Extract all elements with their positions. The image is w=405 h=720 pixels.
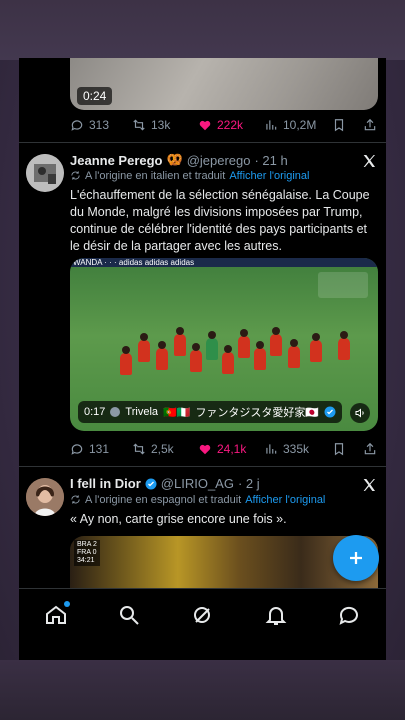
translate-icon — [71, 495, 80, 504]
nav-notifications[interactable] — [264, 603, 288, 627]
share-button[interactable] — [363, 118, 377, 132]
feed-window: 0:24 313 13k 222k 10,2M Jeanne Perego 🥨 … — [19, 58, 386, 660]
verified-badge-icon — [145, 478, 157, 489]
author-name[interactable]: I fell in Dior — [70, 476, 141, 491]
player — [222, 345, 234, 374]
author-row: I fell in Dior @LIRIO_AG · 2 j — [70, 476, 260, 491]
like-button[interactable]: 24,1k — [198, 442, 246, 456]
retweet-button[interactable]: 2,5k — [132, 442, 174, 456]
show-original-link[interactable]: Afficher l'original — [245, 494, 325, 506]
player — [206, 331, 218, 360]
background-blur-top — [0, 0, 405, 60]
views-button[interactable]: 335k — [264, 442, 309, 456]
nav-home[interactable] — [44, 601, 70, 627]
x-logo-icon[interactable] — [361, 153, 377, 169]
player — [138, 333, 150, 362]
search-icon — [120, 606, 139, 625]
speaker-icon — [355, 408, 364, 418]
author-name[interactable]: Jeanne Perego — [70, 153, 163, 168]
reply-button[interactable]: 313 — [70, 118, 109, 132]
views-button[interactable]: 10,2M — [264, 118, 316, 132]
player — [238, 329, 250, 358]
tweet-i-fell-in-dior[interactable]: I fell in Dior @LIRIO_AG · 2 j A l'origi… — [19, 466, 386, 606]
avatar[interactable] — [26, 478, 64, 516]
nav-messages[interactable] — [337, 603, 361, 627]
translation-note: A l'origine en espagnol et traduit Affic… — [70, 494, 325, 506]
player — [156, 341, 168, 370]
bookmark-button[interactable] — [332, 118, 346, 132]
bookmark-icon — [334, 443, 344, 456]
tweet-text: « Ay non, carte grise encore une fois ». — [70, 512, 287, 526]
channel-flags: 🇵🇹🇮🇹 — [163, 406, 191, 419]
translate-icon — [71, 171, 80, 180]
bookmark-button[interactable] — [332, 442, 346, 456]
author-handle[interactable]: @jeperego — [187, 153, 251, 168]
tweet-video[interactable]: WANDA · · · adidas adidas adidas 0:17 Tr… — [70, 258, 378, 431]
channel-caption: ファンタジスタ愛好家🇯🇵 — [195, 407, 320, 419]
retweet-button[interactable]: 13k — [132, 118, 170, 132]
player — [338, 331, 350, 360]
background-blur-bottom — [0, 660, 405, 720]
avatar[interactable] — [26, 154, 64, 192]
retweet-icon — [133, 443, 145, 455]
views-chart-icon — [266, 444, 277, 454]
tweet-text: L'échauffement de la sélection sénégalai… — [70, 188, 370, 253]
broadcast-logo — [318, 272, 368, 298]
verified-badge-icon — [324, 406, 336, 418]
video-time: 0:17 — [84, 406, 106, 418]
compose-button[interactable] — [333, 535, 379, 581]
nav-grok[interactable] — [190, 603, 214, 627]
player — [270, 327, 282, 356]
author-row: Jeanne Perego 🥨 @jeperego · 21 h — [70, 152, 288, 168]
like-button[interactable]: 222k — [198, 118, 243, 132]
translation-note: A l'origine en italien et traduit Affich… — [70, 170, 309, 182]
player — [254, 341, 266, 370]
views-chart-icon — [266, 120, 277, 130]
previous-tweet-actions: 313 13k 222k 10,2M — [70, 115, 378, 135]
player — [288, 339, 300, 368]
show-original-link[interactable]: Afficher l'original — [229, 170, 309, 182]
video-info-bar: 0:17 Trivela 🇵🇹🇮🇹 ファンタジスタ愛好家🇯🇵 — [78, 401, 343, 423]
stadium-banner: WANDA · · · adidas adidas adidas — [70, 258, 378, 267]
heart-filled-icon — [199, 444, 211, 455]
player — [174, 327, 186, 356]
notifications-icon — [265, 607, 287, 625]
channel-avatar-icon — [110, 407, 121, 417]
share-icon — [364, 442, 376, 455]
tweet-time[interactable]: · 21 h — [254, 153, 287, 168]
scoreboard: BRA 2 FRA 0 34:21 — [74, 540, 100, 566]
previous-tweet-video[interactable] — [70, 58, 378, 110]
reply-button[interactable]: 131 — [70, 442, 109, 456]
author-emoji: 🥨 — [166, 152, 183, 167]
reply-icon — [71, 444, 83, 455]
mute-button[interactable] — [350, 403, 370, 423]
x-logo-icon[interactable] — [361, 477, 377, 493]
grok-icon — [194, 607, 210, 623]
notification-dot-icon — [64, 601, 70, 607]
tweet-jeanne-perego[interactable]: Jeanne Perego 🥨 @jeperego · 21 h A l'ori… — [19, 142, 386, 458]
player — [190, 343, 202, 372]
tweet-actions: 131 2,5k 24,1k 335k — [70, 439, 378, 459]
reply-icon — [71, 120, 83, 131]
channel-name: Trivela — [125, 406, 159, 418]
bottom-navigation — [19, 588, 386, 660]
retweet-icon — [133, 119, 145, 131]
player — [120, 346, 132, 375]
bookmark-icon — [334, 119, 344, 132]
player — [310, 333, 322, 362]
heart-filled-icon — [199, 120, 211, 131]
plus-icon — [350, 552, 362, 564]
video-duration-badge: 0:24 — [77, 87, 113, 105]
nav-search[interactable] — [117, 603, 141, 627]
author-handle[interactable]: @LIRIO_AG — [161, 476, 234, 491]
share-button[interactable] — [363, 442, 377, 456]
tweet-time[interactable]: · 2 j — [238, 476, 260, 491]
share-icon — [364, 118, 376, 131]
messages-icon — [339, 606, 358, 625]
